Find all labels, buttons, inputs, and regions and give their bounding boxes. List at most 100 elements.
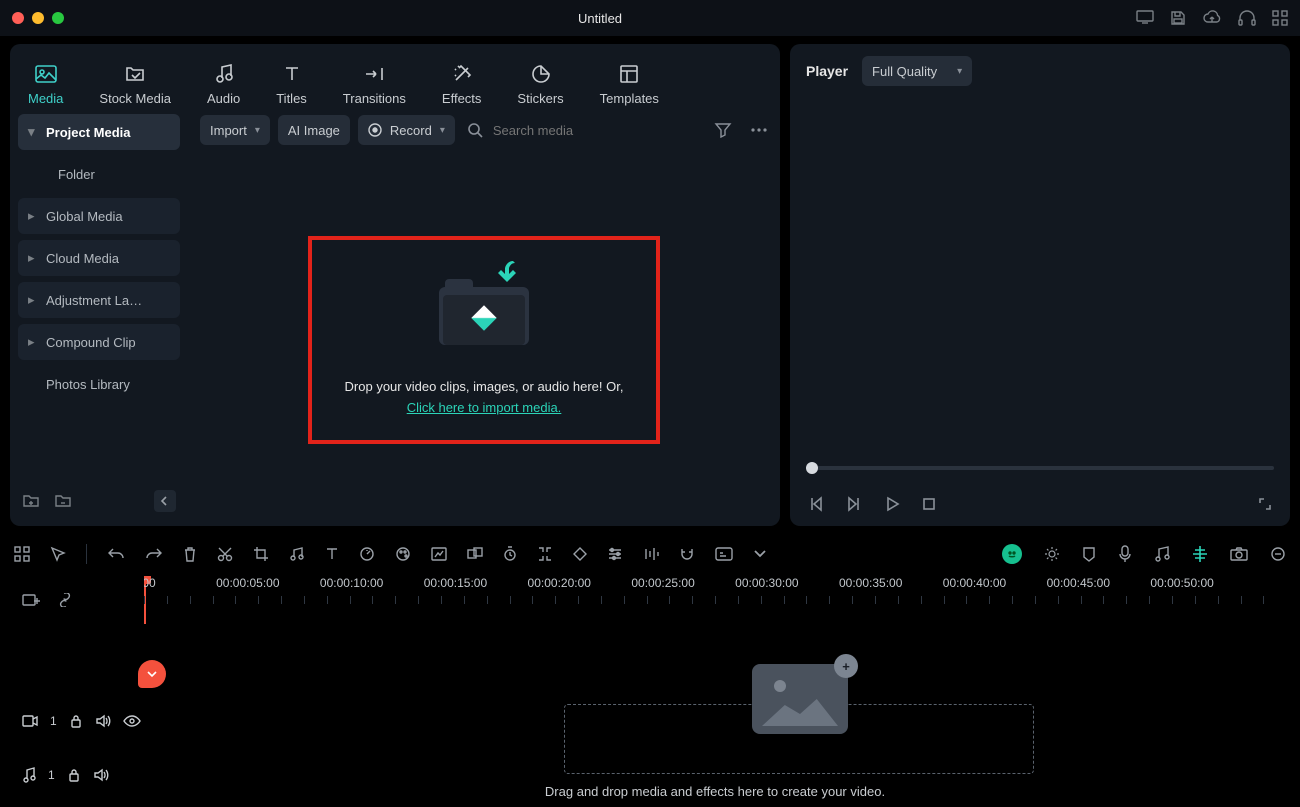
chevron-down-icon: ▾ [255, 125, 260, 136]
drop-box-highlight: Drop your video clips, images, or audio … [308, 236, 660, 444]
screen-layout-icon[interactable] [1136, 10, 1154, 26]
tab-media[interactable]: Media [28, 63, 63, 106]
select-tool-icon[interactable] [50, 546, 66, 562]
sidebar-item-adjustment-layer[interactable]: ▸ Adjustment La… [18, 282, 180, 318]
sidebar-item-compound-clip[interactable]: ▸ Compound Clip [18, 324, 180, 360]
undo-icon[interactable] [107, 547, 125, 561]
titles-icon [281, 63, 303, 85]
app-grid-icon[interactable] [1272, 10, 1288, 26]
magnet-icon[interactable] [679, 547, 695, 561]
crop-icon[interactable] [253, 546, 269, 562]
search-media[interactable] [467, 122, 651, 139]
tab-stickers[interactable]: Stickers [517, 63, 563, 106]
timeline-track-area[interactable]: + Drag and drop media and effects here t… [144, 624, 1286, 807]
redo-icon[interactable] [145, 547, 163, 561]
tab-audio[interactable]: Audio [207, 63, 240, 106]
new-folder-icon[interactable] [22, 493, 40, 509]
media-placeholder-card[interactable]: + [752, 664, 848, 734]
sidebar-item-photos-library[interactable]: Photos Library [18, 366, 180, 402]
ruler-tick: 00:00:15:00 [424, 576, 487, 590]
video-track-header[interactable]: 1 [14, 694, 144, 748]
ruler-tick: 00:00:20:00 [528, 576, 591, 590]
zoom-out-icon[interactable] [1270, 546, 1286, 562]
headphones-icon[interactable] [1238, 10, 1256, 26]
timeline-hint-text: Drag and drop media and effects here to … [144, 784, 1286, 799]
cloud-upload-icon[interactable] [1202, 10, 1222, 26]
text-icon[interactable] [325, 547, 339, 561]
cut-icon[interactable] [217, 546, 233, 562]
group-icon[interactable] [467, 547, 483, 561]
audio-track-header[interactable]: 1 [14, 748, 144, 802]
sidebar-item-folder[interactable]: Folder [18, 156, 180, 192]
audio-mixer-icon[interactable] [643, 547, 659, 561]
save-icon[interactable] [1170, 10, 1186, 26]
play-button[interactable] [884, 496, 900, 512]
snapshot-icon[interactable] [1230, 547, 1248, 561]
document-title: Untitled [64, 11, 1136, 26]
minimize-window-button[interactable] [32, 12, 44, 24]
tab-stock-media[interactable]: Stock Media [99, 63, 171, 106]
quality-dropdown[interactable]: Full Quality ▾ [862, 56, 972, 86]
track-lock-icon[interactable] [67, 768, 81, 782]
enhance-icon[interactable] [1044, 546, 1060, 562]
timeline-ruler[interactable]: 0:00 00:00:05:00 00:00:10:00 00:00:15:00… [144, 576, 1286, 624]
link-icon[interactable] [56, 593, 74, 607]
expand-player-icon[interactable] [1258, 497, 1272, 511]
prev-frame-button[interactable] [808, 496, 824, 512]
track-mute-icon[interactable] [93, 768, 109, 782]
add-track-icon[interactable] [22, 592, 40, 608]
effects-icon [451, 63, 473, 85]
sidebar-item-global-media[interactable]: ▸ Global Media [18, 198, 180, 234]
render-icon[interactable] [1192, 545, 1208, 563]
track-lock-icon[interactable] [69, 714, 83, 728]
import-media-link[interactable]: Click here to import media. [407, 400, 562, 415]
filter-icon[interactable] [714, 122, 732, 138]
track-visibility-icon[interactable] [123, 715, 141, 727]
delete-icon[interactable] [183, 546, 197, 562]
import-button[interactable]: Import ▾ [200, 115, 270, 145]
adjust-icon[interactable] [607, 547, 623, 561]
collapse-sidebar-button[interactable] [154, 490, 176, 512]
color-icon[interactable] [395, 546, 411, 562]
scrub-handle[interactable] [806, 462, 818, 474]
tab-templates[interactable]: Templates [600, 63, 659, 106]
audio-adjust-icon[interactable] [289, 546, 305, 562]
layout-icon[interactable] [14, 546, 30, 562]
download-arrow-icon [487, 257, 521, 291]
tab-stock-media-label: Stock Media [99, 91, 171, 106]
record-button[interactable]: Record ▾ [358, 115, 455, 145]
playhead-handle[interactable] [138, 660, 166, 688]
music-icon[interactable] [1154, 546, 1170, 562]
tab-titles[interactable]: Titles [276, 63, 307, 106]
freeze-frame-icon[interactable] [537, 546, 553, 562]
title-bar: Untitled [0, 0, 1300, 36]
close-window-button[interactable] [12, 12, 24, 24]
more-tools-icon[interactable] [753, 549, 767, 559]
more-options-icon[interactable] [750, 127, 768, 133]
mask-icon[interactable] [431, 547, 447, 561]
track-mute-icon[interactable] [95, 714, 111, 728]
speed-icon[interactable] [359, 546, 375, 562]
player-scrubber[interactable] [790, 454, 1290, 482]
ruler-tick: 00:00:35:00 [839, 576, 902, 590]
player-viewport[interactable] [790, 98, 1290, 454]
media-drop-area[interactable]: Drop your video clips, images, or audio … [188, 154, 780, 526]
next-frame-button[interactable] [846, 496, 862, 512]
tab-transitions[interactable]: Transitions [343, 63, 406, 106]
maximize-window-button[interactable] [52, 12, 64, 24]
marker-icon[interactable] [1082, 546, 1096, 562]
keyframe-icon[interactable] [573, 547, 587, 561]
import-folder-graphic [429, 265, 539, 355]
sidebar-item-cloud-media[interactable]: ▸ Cloud Media [18, 240, 180, 276]
caption-icon[interactable] [715, 547, 733, 561]
tab-effects[interactable]: Effects [442, 63, 482, 106]
ai-tools-icon[interactable] [1002, 544, 1022, 564]
voiceover-icon[interactable] [1118, 545, 1132, 563]
ai-image-button[interactable]: AI Image [278, 115, 350, 145]
stop-button[interactable] [922, 497, 936, 511]
search-input[interactable] [491, 122, 651, 139]
timer-icon[interactable] [503, 546, 517, 562]
sidebar-item-project-media[interactable]: ▾ Project Media [18, 114, 180, 150]
add-media-button[interactable]: + [834, 654, 858, 678]
delete-folder-icon[interactable] [54, 493, 72, 509]
